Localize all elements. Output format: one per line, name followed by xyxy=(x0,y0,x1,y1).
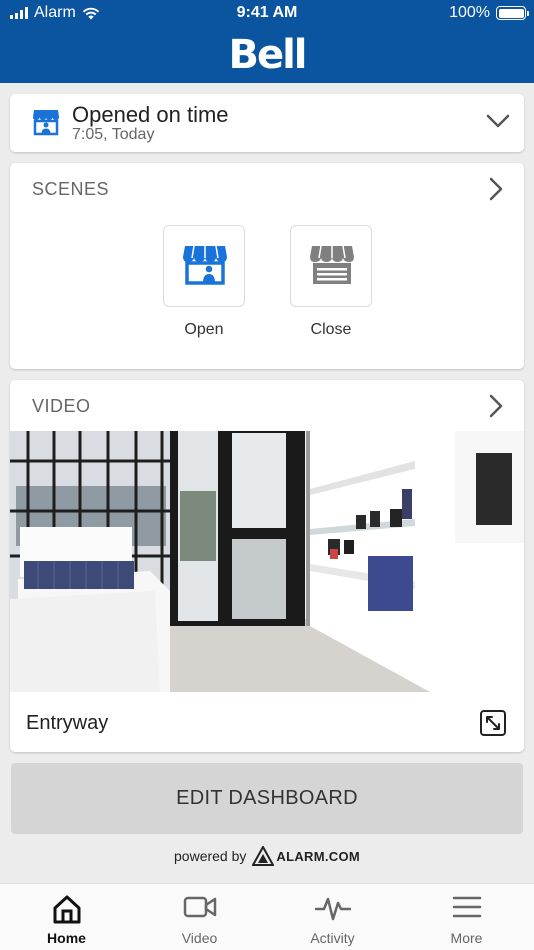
tab-activity-label: Activity xyxy=(310,930,355,946)
storefront-person-icon xyxy=(33,110,59,136)
scene-open-button[interactable] xyxy=(163,225,245,307)
store-status-card[interactable]: Opened on time 7:05, Today xyxy=(10,94,524,152)
powered-by-text: powered by xyxy=(174,848,247,864)
tab-video-label: Video xyxy=(181,930,218,946)
edit-dashboard-button[interactable]: EDIT DASHBOARD xyxy=(11,763,523,834)
scene-close-label: Close xyxy=(310,321,352,338)
tab-home[interactable]: Home xyxy=(0,884,133,950)
powered-by-footer: powered by ALARM.COM xyxy=(0,846,534,866)
battery-icon xyxy=(496,6,529,20)
scene-open-label: Open xyxy=(184,321,224,338)
chevron-right-icon[interactable] xyxy=(488,394,504,418)
video-heading: VIDEO xyxy=(32,396,91,416)
video-camera-icon xyxy=(183,896,216,918)
chevron-right-icon[interactable] xyxy=(488,177,504,201)
scene-close-button[interactable] xyxy=(290,225,372,307)
menu-icon xyxy=(452,896,481,918)
tab-home-label: Home xyxy=(47,930,86,946)
scenes-heading: SCENES xyxy=(32,179,110,199)
store-interior-image xyxy=(10,431,524,692)
scenes-card: SCENES Open Close xyxy=(10,163,524,369)
video-card: VIDEO Entryway xyxy=(10,380,524,752)
chevron-down-icon[interactable] xyxy=(486,113,510,129)
camera-name: Entryway xyxy=(26,712,109,734)
activity-pulse-icon xyxy=(314,897,351,921)
alarm-com-logo: ALARM.COM xyxy=(252,846,360,866)
camera-snapshot[interactable] xyxy=(10,431,524,692)
alarm-com-icon xyxy=(252,846,275,866)
tab-activity[interactable]: Activity xyxy=(266,884,399,950)
app-header: Bell xyxy=(0,28,534,83)
tab-video[interactable]: Video xyxy=(133,884,266,950)
tab-more[interactable]: More xyxy=(400,884,533,950)
tab-more-label: More xyxy=(450,930,483,946)
expand-icon[interactable] xyxy=(480,710,506,736)
status-time: 7:05, Today xyxy=(72,126,155,143)
status-title: Opened on time xyxy=(72,102,229,127)
home-icon xyxy=(53,895,80,924)
storefront-closed-icon xyxy=(310,245,354,284)
battery-percent: 100% xyxy=(449,4,490,21)
bell-logo: Bell xyxy=(228,32,307,78)
status-bar: Alarm 9:41 AM 100% xyxy=(0,0,534,28)
storefront-open-icon xyxy=(183,245,227,285)
alarm-com-wordmark: ALARM.COM xyxy=(276,848,360,864)
tab-bar: Home Video Activity More xyxy=(0,883,534,950)
